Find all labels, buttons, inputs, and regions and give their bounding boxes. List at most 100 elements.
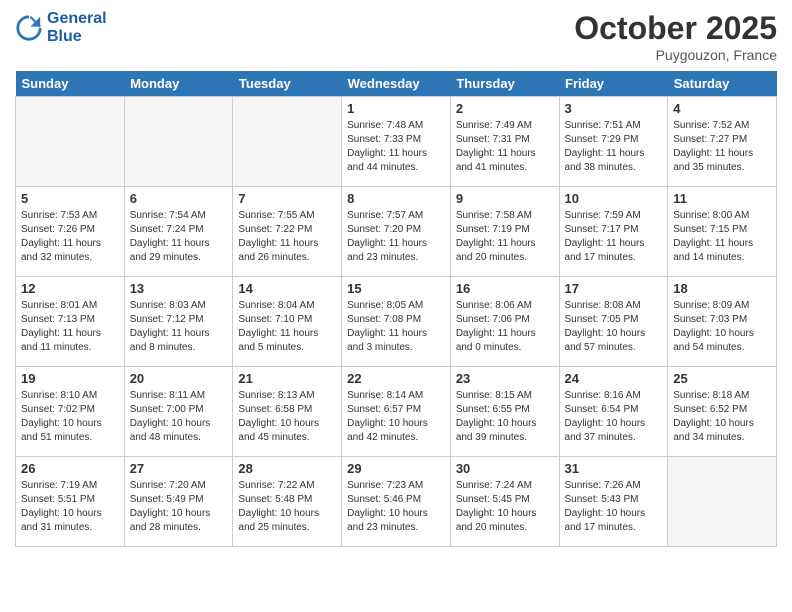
day-info: Sunrise: 7:19 AM Sunset: 5:51 PM Dayligh…	[21, 479, 119, 535]
day-info: Sunrise: 8:10 AM Sunset: 7:02 PM Dayligh…	[21, 389, 119, 445]
day-number: 4	[673, 101, 771, 116]
header-sunday: Sunday	[16, 71, 125, 97]
day-info: Sunrise: 8:06 AM Sunset: 7:06 PM Dayligh…	[456, 299, 554, 355]
table-row: 10 Sunrise: 7:59 AM Sunset: 7:17 PM Dayli…	[559, 187, 668, 277]
table-row: 18 Sunrise: 8:09 AM Sunset: 7:03 PM Dayli…	[668, 277, 777, 367]
table-row: 23 Sunrise: 8:15 AM Sunset: 6:55 PM Dayli…	[450, 367, 559, 457]
day-info: Sunrise: 7:48 AM Sunset: 7:33 PM Dayligh…	[347, 119, 445, 175]
day-number: 27	[130, 461, 228, 476]
day-info: Sunrise: 7:52 AM Sunset: 7:27 PM Dayligh…	[673, 119, 771, 175]
day-number: 7	[238, 191, 336, 206]
day-number: 15	[347, 281, 445, 296]
calendar-week-row: 5Sunrise: 7:53 AM Sunset: 7:26 PM Daylig…	[16, 187, 777, 277]
day-number: 20	[130, 371, 228, 386]
day-info: Sunrise: 8:14 AM Sunset: 6:57 PM Dayligh…	[347, 389, 445, 445]
table-row: 1 Sunrise: 7:48 AM Sunset: 7:33 PM Daylig…	[342, 97, 451, 187]
day-info: Sunrise: 7:26 AM Sunset: 5:43 PM Dayligh…	[565, 479, 663, 535]
table-row: 4 Sunrise: 7:52 AM Sunset: 7:27 PM Daylig…	[668, 97, 777, 187]
table-row: 9Sunrise: 7:58 AM Sunset: 7:19 PM Daylig…	[450, 187, 559, 277]
page-header: General Blue October 2025 Puygouzon, Fra…	[15, 10, 777, 63]
calendar-table: Sunday Monday Tuesday Wednesday Thursday…	[15, 71, 777, 547]
day-number: 18	[673, 281, 771, 296]
header-friday: Friday	[559, 71, 668, 97]
day-info: Sunrise: 7:23 AM Sunset: 5:46 PM Dayligh…	[347, 479, 445, 535]
day-number: 10	[565, 191, 663, 206]
table-row: 8 Sunrise: 7:57 AM Sunset: 7:20 PM Daylig…	[342, 187, 451, 277]
header-wednesday: Wednesday	[342, 71, 451, 97]
day-number: 1	[347, 101, 445, 116]
day-info: Sunrise: 8:09 AM Sunset: 7:03 PM Dayligh…	[673, 299, 771, 355]
day-info: Sunrise: 7:54 AM Sunset: 7:24 PM Dayligh…	[130, 209, 228, 265]
day-number: 13	[130, 281, 228, 296]
day-number: 19	[21, 371, 119, 386]
day-info: Sunrise: 7:49 AM Sunset: 7:31 PM Dayligh…	[456, 119, 554, 175]
day-number: 14	[238, 281, 336, 296]
day-info: Sunrise: 7:20 AM Sunset: 5:49 PM Dayligh…	[130, 479, 228, 535]
day-info: Sunrise: 7:53 AM Sunset: 7:26 PM Dayligh…	[21, 209, 119, 265]
table-row: 27 Sunrise: 7:20 AM Sunset: 5:49 PM Dayli…	[124, 457, 233, 547]
table-row: 2 Sunrise: 7:49 AM Sunset: 7:31 PM Daylig…	[450, 97, 559, 187]
page-container: General Blue October 2025 Puygouzon, Fra…	[0, 0, 792, 557]
day-number: 24	[565, 371, 663, 386]
day-number: 28	[238, 461, 336, 476]
month-title: October 2025	[574, 10, 777, 47]
table-row: 21Sunrise: 8:13 AM Sunset: 6:58 PM Dayli…	[233, 367, 342, 457]
day-number: 11	[673, 191, 771, 206]
table-row: 20Sunrise: 8:11 AM Sunset: 7:00 PM Dayli…	[124, 367, 233, 457]
day-number: 29	[347, 461, 445, 476]
table-row: 28 Sunrise: 7:22 AM Sunset: 5:48 PM Dayli…	[233, 457, 342, 547]
day-info: Sunrise: 7:59 AM Sunset: 7:17 PM Dayligh…	[565, 209, 663, 265]
calendar-week-row: 19 Sunrise: 8:10 AM Sunset: 7:02 PM Dayli…	[16, 367, 777, 457]
day-number: 23	[456, 371, 554, 386]
header-monday: Monday	[124, 71, 233, 97]
table-row: 12Sunrise: 8:01 AM Sunset: 7:13 PM Dayli…	[16, 277, 125, 367]
calendar-week-row: 26Sunrise: 7:19 AM Sunset: 5:51 PM Dayli…	[16, 457, 777, 547]
header-saturday: Saturday	[668, 71, 777, 97]
day-header-row: Sunday Monday Tuesday Wednesday Thursday…	[16, 71, 777, 97]
day-info: Sunrise: 8:08 AM Sunset: 7:05 PM Dayligh…	[565, 299, 663, 355]
table-row: 15 Sunrise: 8:05 AM Sunset: 7:08 PM Dayli…	[342, 277, 451, 367]
day-info: Sunrise: 7:24 AM Sunset: 5:45 PM Dayligh…	[456, 479, 554, 535]
table-row: 3 Sunrise: 7:51 AM Sunset: 7:29 PM Daylig…	[559, 97, 668, 187]
day-info: Sunrise: 8:04 AM Sunset: 7:10 PM Dayligh…	[238, 299, 336, 355]
table-row: 30 Sunrise: 7:24 AM Sunset: 5:45 PM Dayli…	[450, 457, 559, 547]
day-number: 17	[565, 281, 663, 296]
day-number: 16	[456, 281, 554, 296]
day-info: Sunrise: 8:01 AM Sunset: 7:13 PM Dayligh…	[21, 299, 119, 355]
calendar-week-row: 1 Sunrise: 7:48 AM Sunset: 7:33 PM Daylig…	[16, 97, 777, 187]
location-subtitle: Puygouzon, France	[574, 47, 777, 63]
table-row	[124, 97, 233, 187]
day-info: Sunrise: 7:57 AM Sunset: 7:20 PM Dayligh…	[347, 209, 445, 265]
day-info: Sunrise: 7:55 AM Sunset: 7:22 PM Dayligh…	[238, 209, 336, 265]
table-row: 24Sunrise: 8:16 AM Sunset: 6:54 PM Dayli…	[559, 367, 668, 457]
table-row: 11Sunrise: 8:00 AM Sunset: 7:15 PM Dayli…	[668, 187, 777, 277]
table-row: 26Sunrise: 7:19 AM Sunset: 5:51 PM Dayli…	[16, 457, 125, 547]
day-number: 30	[456, 461, 554, 476]
table-row: 22Sunrise: 8:14 AM Sunset: 6:57 PM Dayli…	[342, 367, 451, 457]
logo: General Blue	[15, 10, 107, 46]
table-row	[233, 97, 342, 187]
table-row: 16 Sunrise: 8:06 AM Sunset: 7:06 PM Dayli…	[450, 277, 559, 367]
day-number: 25	[673, 371, 771, 386]
day-number: 21	[238, 371, 336, 386]
header-thursday: Thursday	[450, 71, 559, 97]
day-info: Sunrise: 7:51 AM Sunset: 7:29 PM Dayligh…	[565, 119, 663, 175]
table-row: 6 Sunrise: 7:54 AM Sunset: 7:24 PM Daylig…	[124, 187, 233, 277]
table-row: 5Sunrise: 7:53 AM Sunset: 7:26 PM Daylig…	[16, 187, 125, 277]
day-info: Sunrise: 7:22 AM Sunset: 5:48 PM Dayligh…	[238, 479, 336, 535]
logo-icon	[15, 14, 43, 42]
day-number: 3	[565, 101, 663, 116]
day-info: Sunrise: 8:05 AM Sunset: 7:08 PM Dayligh…	[347, 299, 445, 355]
day-info: Sunrise: 8:15 AM Sunset: 6:55 PM Dayligh…	[456, 389, 554, 445]
header-tuesday: Tuesday	[233, 71, 342, 97]
table-row	[668, 457, 777, 547]
day-number: 6	[130, 191, 228, 206]
title-block: October 2025 Puygouzon, France	[574, 10, 777, 63]
day-number: 2	[456, 101, 554, 116]
table-row: 19 Sunrise: 8:10 AM Sunset: 7:02 PM Dayli…	[16, 367, 125, 457]
day-number: 8	[347, 191, 445, 206]
logo-text: General Blue	[47, 10, 107, 46]
day-info: Sunrise: 8:03 AM Sunset: 7:12 PM Dayligh…	[130, 299, 228, 355]
day-info: Sunrise: 8:18 AM Sunset: 6:52 PM Dayligh…	[673, 389, 771, 445]
table-row: 14 Sunrise: 8:04 AM Sunset: 7:10 PM Dayli…	[233, 277, 342, 367]
